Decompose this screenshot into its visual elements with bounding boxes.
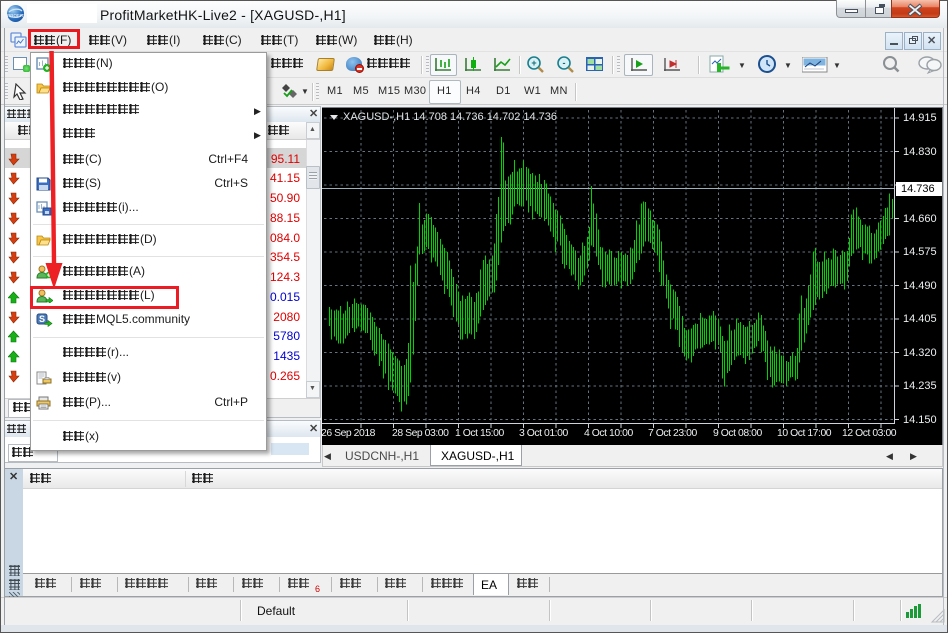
svg-text:-: -	[563, 58, 566, 68]
svg-text:XAGUSD-,H1 14.708 14.736 14.7: XAGUSD-,H1 14.708 14.736 14.702 14.736	[343, 111, 557, 123]
svg-text:+: +	[531, 58, 536, 68]
svg-text:S: S	[39, 314, 45, 324]
svg-text:PROFIT: PROFIT	[7, 13, 24, 18]
